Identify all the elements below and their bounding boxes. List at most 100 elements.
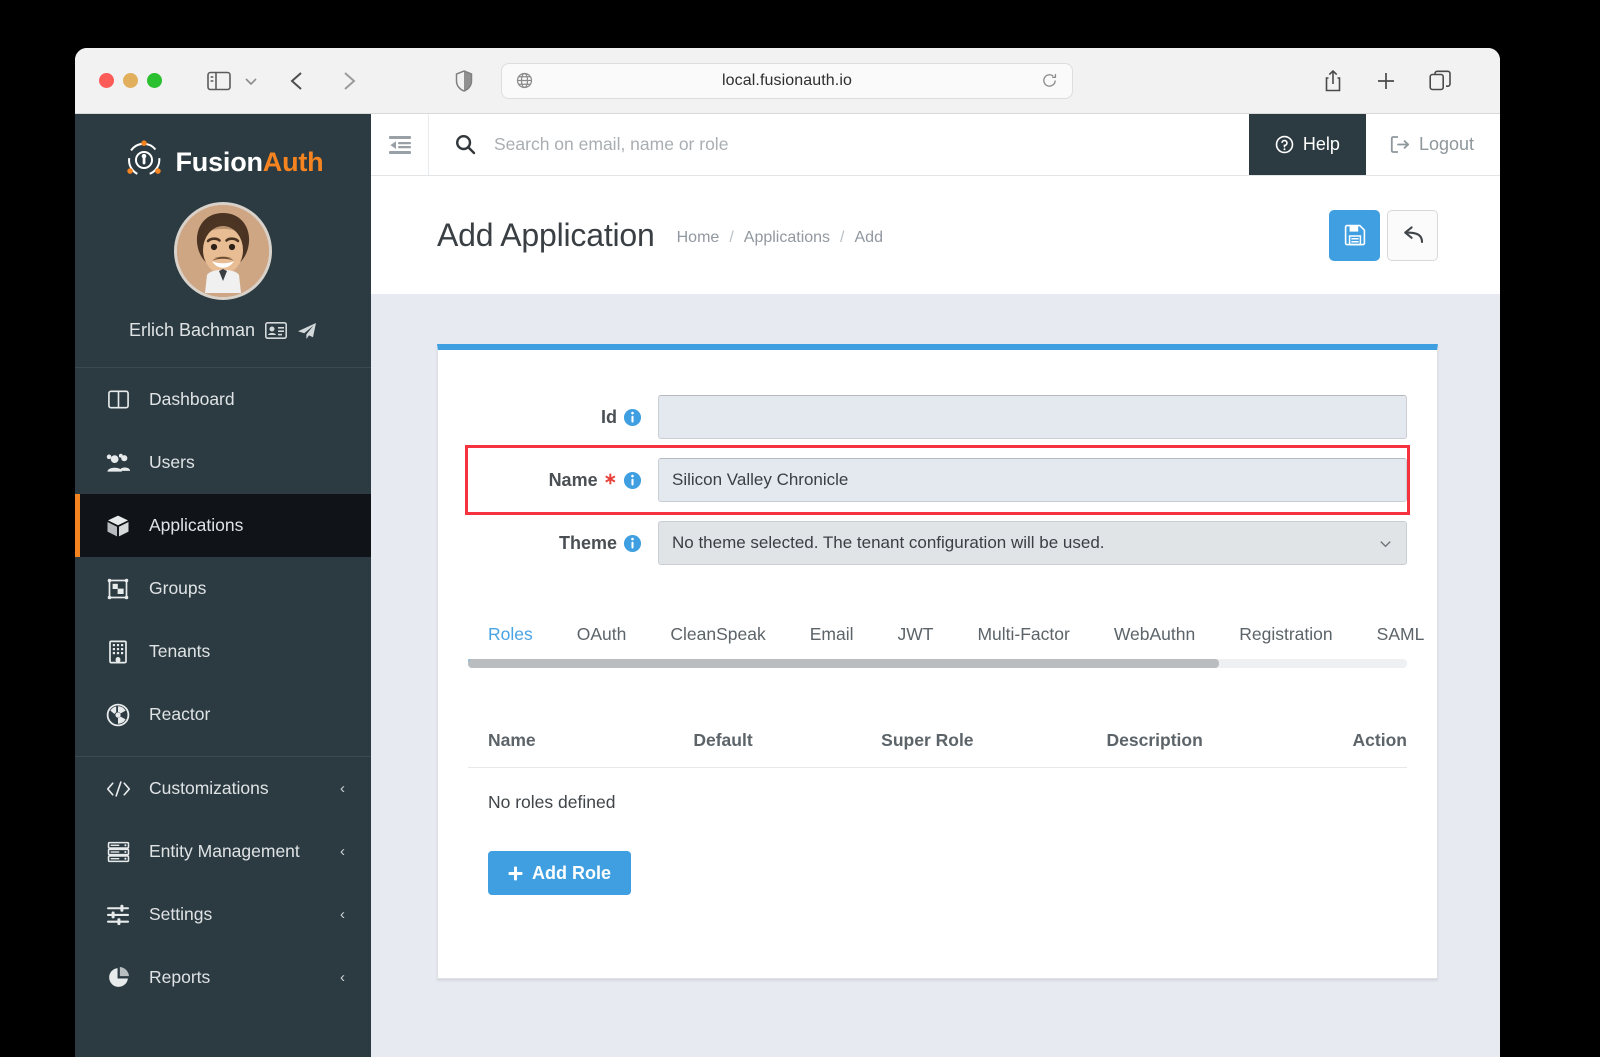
page-header: Add Application Home/Applications/Add [371, 176, 1500, 294]
sidebar-nav-group-secondary: Customizations‹Entity Management‹Setting… [75, 757, 371, 1009]
minimize-window-button[interactable] [123, 73, 138, 88]
search-input[interactable] [494, 134, 1249, 155]
profile-row: Erlich Bachman [75, 320, 371, 341]
url-bar[interactable]: local.fusionauth.io [501, 63, 1073, 99]
globe-icon [516, 72, 533, 89]
chevron-down-icon [1378, 536, 1393, 551]
sidebar-item-reports[interactable]: Reports ‹ [75, 946, 371, 1009]
tabs-section: RolesOAuthCleanSpeakEmailJWTMulti-Factor… [438, 624, 1437, 668]
zoom-window-button[interactable] [147, 73, 162, 88]
form-label-text: Id [601, 407, 617, 428]
sidebar-item-label: Tenants [149, 641, 210, 662]
browser-window: local.fusionauth.io [75, 48, 1500, 1057]
sidebar-item-applications[interactable]: Applications [75, 494, 371, 557]
add-role-button-label: Add Role [532, 863, 611, 884]
tabs-overview-icon[interactable] [1429, 70, 1451, 92]
app-shell: FusionAuth [75, 114, 1500, 1057]
tab-oauth[interactable]: OAuth [555, 624, 649, 659]
breadcrumb-item[interactable]: Applications [744, 229, 830, 247]
brand-logo-area[interactable]: FusionAuth [75, 114, 371, 186]
sidebar-item-dashboard[interactable]: Dashboard [75, 368, 371, 431]
logout-button[interactable]: Logout [1366, 114, 1500, 175]
chevron-left-icon[interactable] [287, 69, 309, 93]
name-input[interactable] [658, 458, 1407, 502]
share-icon[interactable] [1323, 69, 1343, 93]
paper-plane-icon[interactable] [297, 322, 317, 340]
sidebar: FusionAuth [75, 114, 371, 1057]
sidebar-item-label: Settings [149, 904, 212, 925]
breadcrumb-separator: / [840, 229, 844, 247]
chevron-left-icon[interactable]: ‹ [340, 906, 345, 923]
chevron-left-icon[interactable]: ‹ [340, 969, 345, 986]
sidebar-item-tenants[interactable]: Tenants [75, 620, 371, 683]
sidebar-item-label: Reactor [149, 704, 210, 725]
tabs-scrollbar[interactable] [468, 659, 1407, 668]
tab-saml[interactable]: SAML [1355, 624, 1447, 659]
roles-table-body: No roles defined [468, 768, 1407, 814]
users-icon [105, 452, 131, 474]
chevron-right-icon[interactable] [337, 69, 359, 93]
search-area[interactable] [429, 114, 1249, 175]
sidebar-item-users[interactable]: Users [75, 431, 371, 494]
tabs-scrollbar-thumb[interactable] [468, 659, 1219, 668]
sidebar-nav-group-primary: Dashboard UsersApplicationsGroups Tenants R… [75, 368, 371, 746]
tab-multi-factor[interactable]: Multi-Factor [955, 624, 1091, 659]
info-icon[interactable] [623, 534, 642, 553]
roles-table: Name Default Super Role Description Acti… [468, 730, 1407, 813]
form-row-id: Id [468, 388, 1407, 446]
add-role-button[interactable]: Add Role [488, 851, 631, 895]
breadcrumb-separator: / [729, 229, 733, 247]
server-icon [105, 841, 131, 863]
sidebar-item-reactor[interactable]: Reactor [75, 683, 371, 746]
breadcrumb-item[interactable]: Add [855, 229, 883, 247]
breadcrumb-item[interactable]: Home [677, 229, 720, 247]
field-wrapper: No theme selected. The tenant configurat… [658, 521, 1407, 565]
question-circle-icon [1275, 135, 1294, 154]
collapse-sidebar-icon[interactable] [371, 114, 429, 175]
sidebar-item-settings[interactable]: Settings ‹ [75, 883, 371, 946]
profile-name: Erlich Bachman [129, 320, 255, 341]
sidebar-item-entity-management[interactable]: Entity Management‹ [75, 820, 371, 883]
chevron-left-icon[interactable]: ‹ [340, 780, 345, 797]
close-window-button[interactable] [99, 73, 114, 88]
tab-roles[interactable]: Roles [468, 624, 555, 659]
cube-icon [105, 514, 131, 538]
dashboard-icon [105, 388, 131, 411]
sidebar-item-customizations[interactable]: Customizations ‹ [75, 757, 371, 820]
tab-webauthn[interactable]: WebAuthn [1092, 624, 1217, 659]
plus-icon [508, 866, 523, 881]
chevron-left-icon[interactable]: ‹ [340, 843, 345, 860]
save-button[interactable] [1329, 210, 1380, 261]
app-topbar: Help Logout [371, 114, 1500, 176]
groups-icon [105, 577, 131, 601]
id-input[interactable] [658, 395, 1407, 439]
id-card-icon[interactable] [265, 322, 287, 339]
form-label-id: Id [468, 407, 658, 428]
sidebar-toggle-icon[interactable] [207, 71, 231, 91]
cancel-button[interactable] [1387, 210, 1438, 261]
form-label-text: Name [549, 470, 598, 491]
theme-select[interactable]: No theme selected. The tenant configurat… [658, 521, 1407, 565]
shield-icon[interactable] [455, 70, 473, 92]
avatar[interactable] [174, 202, 272, 300]
window-traffic-lights [99, 73, 162, 88]
reload-icon[interactable] [1041, 72, 1058, 89]
code-icon [105, 779, 131, 799]
logout-button-label: Logout [1419, 134, 1474, 155]
roles-table-header-row: Name Default Super Role Description Acti… [468, 730, 1407, 768]
tab-cleanspeak[interactable]: CleanSpeak [648, 624, 787, 659]
fusionauth-logo-icon [123, 139, 165, 186]
tab-email[interactable]: Email [788, 624, 876, 659]
tab-jwt[interactable]: JWT [876, 624, 956, 659]
info-icon[interactable] [623, 471, 642, 490]
help-button[interactable]: Help [1249, 114, 1366, 175]
form-fields: IdName∗ThemeNo theme selected. The tenan… [438, 350, 1437, 572]
sidebar-item-label: Customizations [149, 778, 269, 799]
plus-icon[interactable] [1375, 70, 1397, 92]
sidebar-item-groups[interactable]: Groups [75, 557, 371, 620]
chevron-down-icon[interactable] [243, 73, 259, 89]
info-icon[interactable] [623, 408, 642, 427]
sidebar-item-label: Dashboard [149, 389, 235, 410]
sidebar-item-label: Reports [149, 967, 210, 988]
tab-registration[interactable]: Registration [1217, 624, 1354, 659]
